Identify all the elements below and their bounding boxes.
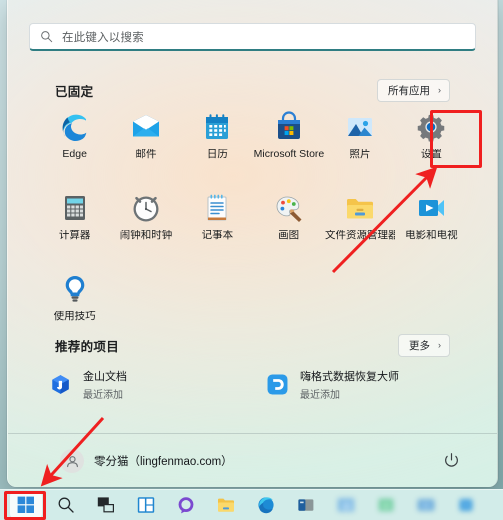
calendar-icon bbox=[206, 114, 229, 139]
taskbar-edge-button[interactable] bbox=[246, 490, 286, 520]
file-explorer-icon bbox=[218, 498, 234, 512]
app-label: 计算器 bbox=[58, 230, 91, 241]
recommended-item-text: 嗨格式数据恢复大师 最近添加 bbox=[300, 368, 399, 401]
movies-tv-icon bbox=[419, 200, 445, 216]
app-label: Microsoft Store bbox=[253, 149, 324, 160]
all-apps-button[interactable]: 所有应用 › bbox=[377, 79, 450, 102]
search-input[interactable]: 在此键入以搜索 bbox=[29, 23, 476, 51]
more-button[interactable]: 更多 › bbox=[398, 334, 450, 357]
lightbulb-tips-icon bbox=[65, 276, 84, 302]
settings-gear-icon bbox=[418, 114, 445, 142]
taskbar-start-button[interactable] bbox=[6, 490, 46, 520]
app-tile-photos[interactable]: 照片 bbox=[324, 104, 395, 181]
chat-icon bbox=[178, 497, 194, 514]
recommended-header: 推荐的项目 更多 › bbox=[55, 334, 450, 357]
screen: 在此键入以搜索 已固定 所有应用 › Edge 邮件 日历 Microsoft … bbox=[0, 0, 503, 520]
recommended-title: 推荐的项目 bbox=[55, 340, 120, 354]
recommended-item-subtitle: 最近添加 bbox=[300, 389, 340, 401]
app-label: Edge bbox=[62, 149, 87, 160]
chevron-right-icon: › bbox=[438, 85, 441, 95]
recommended-item[interactable]: 嗨格式数据恢复大师 最近添加 bbox=[258, 362, 465, 406]
recommended-item-title: 嗨格式数据恢复大师 bbox=[300, 370, 399, 383]
app-icon-blurred bbox=[338, 498, 354, 512]
taskbar-task-view-button[interactable] bbox=[86, 490, 126, 520]
app-tile-microsoft-store[interactable]: Microsoft Store bbox=[253, 104, 324, 181]
start-menu-panel: 在此键入以搜索 已固定 所有应用 › Edge 邮件 日历 Microsoft … bbox=[7, 0, 498, 487]
app-icon bbox=[298, 499, 314, 511]
app-label: 邮件 bbox=[135, 149, 157, 160]
app-icon-blurred bbox=[418, 499, 434, 511]
taskbar-search-button[interactable] bbox=[46, 490, 86, 520]
data-recovery-icon bbox=[267, 374, 288, 394]
pinned-header: 已固定 所有应用 › bbox=[55, 79, 450, 102]
app-tile-calculator[interactable]: 计算器 bbox=[39, 185, 110, 262]
microsoft-store-icon bbox=[277, 111, 300, 139]
recommended-item-subtitle: 最近添加 bbox=[83, 389, 123, 401]
app-label: 电影和电视 bbox=[405, 230, 458, 241]
app-tile-tips[interactable]: 使用技巧 bbox=[39, 266, 110, 343]
app-label: 文件资源管理器 bbox=[324, 230, 395, 241]
app-tile-settings[interactable]: 设置 bbox=[396, 104, 467, 181]
app-tile-calendar[interactable]: 日历 bbox=[182, 104, 253, 181]
app-icon-blurred bbox=[460, 499, 472, 511]
taskbar-file-explorer-button[interactable] bbox=[206, 490, 246, 520]
task-view-icon bbox=[97, 497, 114, 513]
app-tile-movies-tv[interactable]: 电影和电视 bbox=[396, 185, 467, 262]
app-label: 设置 bbox=[420, 149, 442, 160]
app-label: 日历 bbox=[206, 149, 228, 160]
search-area: 在此键入以搜索 bbox=[29, 23, 476, 51]
search-icon bbox=[41, 31, 53, 43]
wps-document-icon bbox=[52, 374, 69, 394]
taskbar-app-button[interactable] bbox=[366, 490, 406, 520]
app-icon-blurred bbox=[379, 499, 393, 511]
app-label: 画图 bbox=[278, 230, 300, 241]
notepad-icon bbox=[207, 194, 227, 221]
app-tile-paint[interactable]: 画图 bbox=[253, 185, 324, 262]
taskbar-app-button[interactable] bbox=[406, 490, 446, 520]
user-bar: 零分猫（lingfenmao.com） bbox=[8, 434, 497, 487]
app-tile-mail[interactable]: 邮件 bbox=[110, 104, 181, 181]
more-label: 更多 bbox=[409, 340, 430, 352]
avatar-person-glyph bbox=[66, 455, 78, 467]
widgets-icon bbox=[137, 497, 155, 513]
pinned-apps-grid: Edge 邮件 日历 Microsoft Store 照片 设置 计算器 闹钟和… bbox=[39, 104, 467, 343]
taskbar-app-button[interactable] bbox=[286, 490, 326, 520]
search-icon bbox=[58, 497, 74, 513]
search-placeholder-text: 在此键入以搜索 bbox=[62, 31, 144, 44]
user-avatar-icon[interactable] bbox=[60, 449, 84, 473]
photos-icon bbox=[347, 118, 372, 136]
taskbar-chat-button[interactable] bbox=[166, 490, 206, 520]
taskbar bbox=[0, 489, 503, 520]
edge-icon bbox=[62, 114, 86, 141]
recommended-item[interactable]: 金山文档 最近添加 bbox=[41, 362, 248, 406]
taskbar-items bbox=[6, 490, 486, 520]
power-button[interactable] bbox=[441, 450, 462, 471]
app-tile-notepad[interactable]: 记事本 bbox=[182, 185, 253, 262]
taskbar-app-button[interactable] bbox=[446, 490, 486, 520]
clock-icon bbox=[133, 196, 159, 222]
user-name[interactable]: 零分猫（lingfenmao.com） bbox=[94, 453, 233, 469]
windows-start-icon bbox=[17, 496, 34, 513]
power-icon bbox=[445, 453, 458, 467]
all-apps-label: 所有应用 bbox=[388, 85, 430, 97]
app-tile-clock[interactable]: 闹钟和时钟 bbox=[110, 185, 181, 262]
pinned-title: 已固定 bbox=[55, 85, 94, 99]
recommended-item-title: 金山文档 bbox=[83, 370, 127, 383]
app-label: 记事本 bbox=[201, 230, 234, 241]
recommended-list: 金山文档 最近添加 嗨格式数据恢复大师 最近添加 bbox=[41, 362, 465, 406]
app-tile-edge[interactable]: Edge bbox=[39, 104, 110, 181]
chevron-right-icon: › bbox=[438, 340, 441, 350]
app-label: 照片 bbox=[349, 149, 371, 160]
edge-icon bbox=[258, 497, 274, 514]
file-explorer-folder-icon bbox=[346, 199, 373, 219]
mail-icon bbox=[132, 115, 159, 137]
calculator-icon bbox=[64, 196, 85, 220]
app-tile-file-explorer[interactable]: 文件资源管理器 bbox=[324, 185, 395, 262]
taskbar-app-button[interactable] bbox=[326, 490, 366, 520]
app-label: 使用技巧 bbox=[53, 311, 96, 322]
paint-palette-icon bbox=[276, 196, 302, 222]
app-label: 闹钟和时钟 bbox=[119, 230, 173, 241]
recommended-item-text: 金山文档 最近添加 bbox=[83, 368, 127, 401]
taskbar-widgets-button[interactable] bbox=[126, 490, 166, 520]
